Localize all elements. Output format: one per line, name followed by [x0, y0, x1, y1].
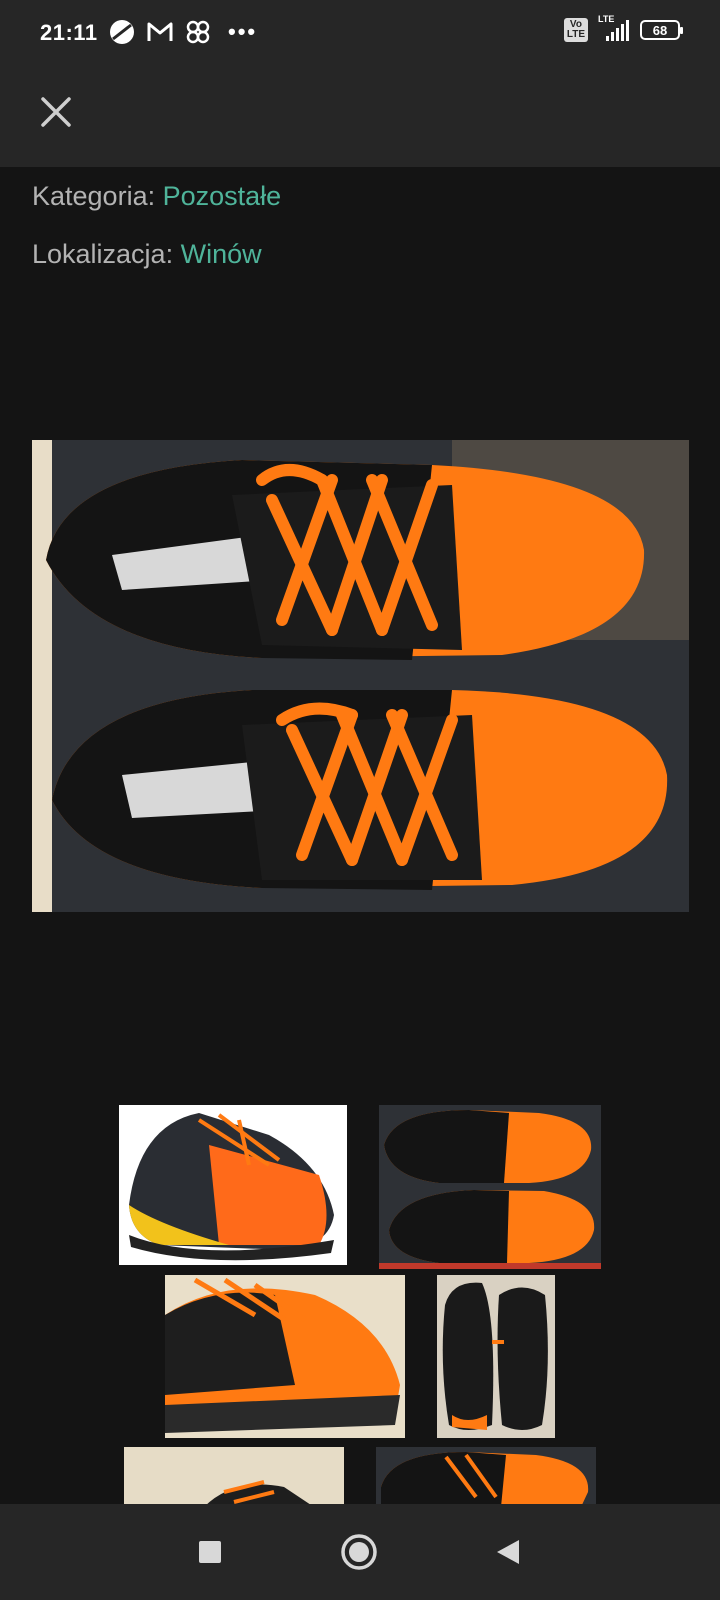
- system-icons: Vo LTE LTE 68: [563, 14, 683, 42]
- category-label: Kategoria:: [32, 181, 156, 211]
- thumbnail-3[interactable]: [165, 1275, 405, 1438]
- thumbnail-5[interactable]: [124, 1447, 344, 1507]
- location-link[interactable]: Winów: [181, 239, 262, 269]
- back-triangle-icon: [497, 1540, 519, 1564]
- location-row: Lokalizacja: Winów: [32, 239, 262, 270]
- top-bar: [0, 70, 720, 167]
- volte-badge: Vo LTE: [563, 18, 588, 42]
- signal-icon: LTE: [598, 14, 630, 42]
- battery-indicator: 68: [640, 20, 683, 40]
- thumbnail-4[interactable]: [437, 1275, 555, 1438]
- gmail-icon: [146, 18, 174, 46]
- close-icon: [41, 97, 71, 127]
- recents-square-icon: [199, 1541, 221, 1563]
- notification-icons: •••: [108, 18, 257, 46]
- circle-slash-icon: [108, 18, 136, 46]
- home-circle-icon: [341, 1534, 377, 1570]
- recents-button[interactable]: [190, 1532, 230, 1572]
- clock: 21:11: [40, 20, 98, 45]
- category-row: Kategoria: Pozostałe: [32, 181, 281, 212]
- thumbnail-1[interactable]: [119, 1105, 347, 1265]
- thumbnail-6[interactable]: [376, 1447, 596, 1507]
- navigation-bar: [0, 1504, 720, 1600]
- pinwheel-icon: [184, 18, 212, 46]
- more-notifications: •••: [228, 19, 258, 44]
- category-link[interactable]: Pozostałe: [163, 181, 282, 211]
- location-label: Lokalizacja:: [32, 239, 174, 269]
- back-button[interactable]: [488, 1532, 528, 1572]
- thumbnail-2[interactable]: [379, 1105, 601, 1269]
- status-bar: 21:11 ••• Vo LTE LTE 68: [0, 0, 720, 70]
- home-button[interactable]: [339, 1532, 379, 1572]
- close-button[interactable]: [34, 90, 78, 134]
- main-photo[interactable]: [32, 440, 689, 912]
